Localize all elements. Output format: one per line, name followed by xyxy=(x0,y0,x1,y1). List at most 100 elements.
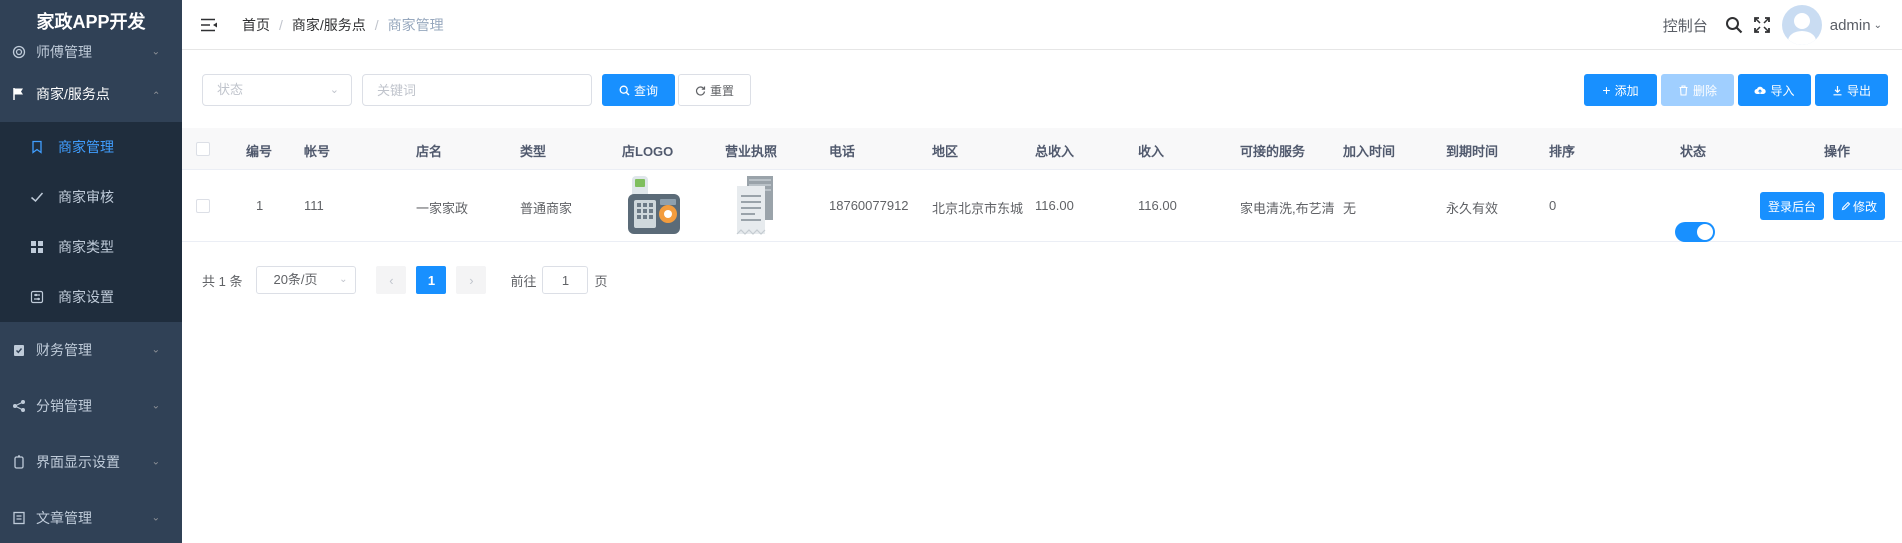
sidebar-item-merchant-settings[interactable]: 商家设置 xyxy=(0,272,182,322)
sidebar-item-label: 商家审核 xyxy=(58,189,114,205)
plus-icon: + xyxy=(1602,82,1611,98)
download-icon xyxy=(1833,85,1842,95)
login-backend-label: 登录后台 xyxy=(1768,199,1817,214)
col-header-type: 类型 xyxy=(520,144,547,159)
sidebar-item-label: 分销管理 xyxy=(36,398,92,414)
keyword-input[interactable] xyxy=(362,74,592,106)
username[interactable]: admin xyxy=(1830,17,1871,34)
login-backend-button[interactable]: 登录后台 xyxy=(1760,192,1825,220)
filter-toolbar: 状态 ⌄ 查询 重置 + 添加 删除 导入 导出 xyxy=(202,74,1888,106)
add-button-label: 添加 xyxy=(1614,83,1639,98)
sidebar-item-finance[interactable]: 财务管理 ⌄ xyxy=(0,322,182,378)
sidebar: 家政APP开发 师傅管理 ⌄ 商家/服务点 ⌄ 商家管理 商家审核 商家类型 商… xyxy=(0,0,182,543)
col-header-phone: 电话 xyxy=(829,144,856,159)
reset-button-label: 重置 xyxy=(709,83,734,98)
sidebar-item-label: 商家管理 xyxy=(58,139,114,155)
col-header-join-time: 加入时间 xyxy=(1343,144,1396,159)
sidebar-item-merchants[interactable]: 商家/服务点 ⌄ xyxy=(0,66,182,122)
status-select-placeholder: 状态 xyxy=(217,82,244,97)
sidebar-item-merchant-management[interactable]: 商家管理 xyxy=(0,122,182,172)
breadcrumb-separator: / xyxy=(279,16,283,33)
page-suffix: 页 xyxy=(594,273,608,289)
table-header: 编号 帐号 店名 类型 店LOGO 营业执照 电话 地区 总收入 收入 可接的服… xyxy=(182,128,1902,170)
cell-type: 普通商家 xyxy=(520,201,573,216)
sidebar-item-label: 财务管理 xyxy=(36,342,92,358)
add-button[interactable]: + 添加 xyxy=(1584,74,1657,106)
device-icon xyxy=(12,455,26,469)
next-page-button[interactable]: › xyxy=(456,266,487,294)
prev-page-button[interactable]: ‹ xyxy=(376,266,407,294)
col-header-total-income: 总收入 xyxy=(1035,144,1075,159)
business-license-image[interactable] xyxy=(733,176,779,236)
chevron-down-icon: ⌄ xyxy=(151,512,160,524)
header-right: 控制台 admin ⌄ xyxy=(1663,0,1882,50)
import-button-label: 导入 xyxy=(1770,83,1795,98)
settings-panel-icon xyxy=(30,290,44,304)
chevron-down-icon: ⌄ xyxy=(151,400,160,412)
cloud-upload-icon xyxy=(1754,86,1767,94)
document-icon xyxy=(12,511,26,525)
goto-page-input[interactable] xyxy=(542,266,589,294)
status-toggle[interactable] xyxy=(1675,221,1715,242)
breadcrumb-merchants[interactable]: 商家/服务点 xyxy=(292,15,366,35)
sidebar-item-distribution[interactable]: 分销管理 ⌄ xyxy=(0,378,182,434)
table-row: 1 111 一家家政 普通商家 18760077912 北京北京市东城 116.… xyxy=(182,170,1902,242)
hamburger-icon[interactable] xyxy=(200,18,218,32)
cell-total-income: 116.00 xyxy=(1035,198,1074,213)
breadcrumb-home[interactable]: 首页 xyxy=(242,15,270,35)
col-header-logo: 店LOGO xyxy=(622,144,674,159)
sidebar-item-label: 商家/服务点 xyxy=(36,86,110,102)
sidebar-item-label: 商家类型 xyxy=(58,239,114,255)
page-number-button[interactable]: 1 xyxy=(416,266,447,294)
sidebar-item-merchant-types[interactable]: 商家类型 xyxy=(0,222,182,272)
export-button[interactable]: 导出 xyxy=(1815,74,1888,106)
grid-icon xyxy=(30,240,44,254)
search-button[interactable]: 查询 xyxy=(602,74,675,106)
sidebar-item-label: 商家设置 xyxy=(58,289,114,305)
search-button-label: 查询 xyxy=(633,83,658,98)
sidebar-item-articles[interactable]: 文章管理 ⌄ xyxy=(0,490,182,543)
delete-button[interactable]: 删除 xyxy=(1661,74,1734,106)
sidebar-item-merchant-review[interactable]: 商家审核 xyxy=(0,172,182,222)
cell-sort: 0 xyxy=(1549,198,1557,213)
sidebar-item-workers[interactable]: 师傅管理 ⌄ xyxy=(0,38,182,66)
cell-expire-time: 永久有效 xyxy=(1446,201,1499,216)
bookmark-icon xyxy=(30,140,44,154)
cell-services: 家电清洗,布艺清 xyxy=(1240,201,1335,216)
cell-region: 北京北京市东城 xyxy=(932,201,1024,216)
edit-button[interactable]: 修改 xyxy=(1833,192,1886,220)
pagination-total: 共 1 条 xyxy=(202,273,243,289)
select-all-checkbox[interactable] xyxy=(196,142,210,156)
reset-button[interactable]: 重置 xyxy=(678,74,751,106)
row-checkbox[interactable] xyxy=(196,199,210,213)
status-select[interactable]: 状态 ⌄ xyxy=(202,74,352,106)
cell-account: 111 xyxy=(304,198,324,213)
goto-label: 前往 xyxy=(510,273,537,289)
col-header-status: 状态 xyxy=(1680,144,1707,159)
shop-logo-image[interactable] xyxy=(626,174,682,236)
cell-id: 1 xyxy=(256,198,264,213)
breadcrumb: 首页 / 商家/服务点 / 商家管理 xyxy=(242,15,444,35)
page-size-select[interactable]: 20条/页 ⌄ xyxy=(256,266,357,294)
cell-shop-name: 一家家政 xyxy=(416,201,469,216)
fullscreen-icon[interactable] xyxy=(1753,16,1771,34)
col-header-sort: 排序 xyxy=(1549,144,1576,159)
search-icon[interactable] xyxy=(1725,16,1743,34)
share-icon xyxy=(12,399,26,413)
import-button[interactable]: 导入 xyxy=(1738,74,1811,106)
chevron-down-icon: ⌄ xyxy=(339,274,348,285)
col-header-region: 地区 xyxy=(932,144,959,159)
export-button-label: 导出 xyxy=(1846,83,1871,98)
chevron-down-icon[interactable]: ⌄ xyxy=(1874,20,1882,31)
edit-button-label: 修改 xyxy=(1853,199,1878,214)
merchant-table: 编号 帐号 店名 类型 店LOGO 营业执照 电话 地区 总收入 收入 可接的服… xyxy=(182,128,1902,242)
chevron-down-icon: ⌄ xyxy=(151,46,160,58)
chevron-down-icon: ⌄ xyxy=(151,344,160,356)
breadcrumb-current: 商家管理 xyxy=(387,16,444,33)
avatar[interactable] xyxy=(1781,5,1822,45)
page-size-value: 20条/页 xyxy=(273,272,318,287)
col-header-services: 可接的服务 xyxy=(1240,144,1306,159)
sidebar-item-display-settings[interactable]: 界面显示设置 ⌄ xyxy=(0,434,182,490)
col-header-license: 营业执照 xyxy=(725,144,778,159)
dashboard-link[interactable]: 控制台 xyxy=(1663,15,1708,36)
